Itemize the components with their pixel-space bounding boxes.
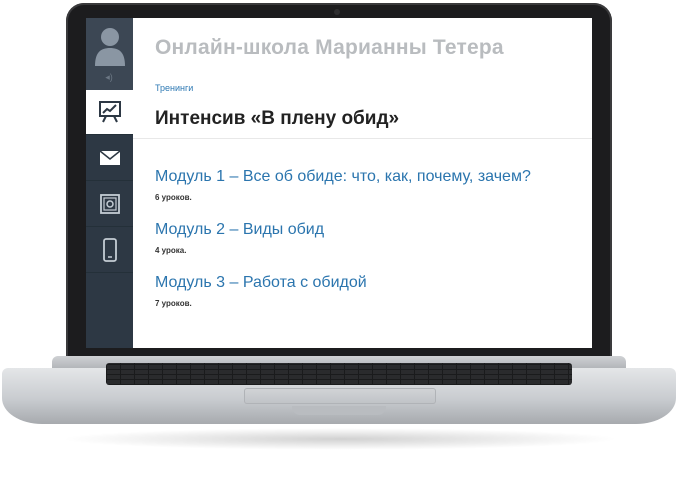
volume-icon[interactable]: ◂) (101, 72, 117, 82)
sidebar-item-messages[interactable] (86, 136, 133, 181)
sidebar-profile[interactable]: ◂) (86, 18, 133, 90)
sidebar: ◂) (86, 18, 133, 348)
keyboard (106, 363, 572, 385)
camera (334, 9, 340, 15)
laptop-notch (292, 406, 386, 415)
mail-icon (99, 150, 120, 165)
trackpad (244, 388, 436, 404)
breadcrumb-trainings[interactable]: Тренинги (155, 83, 193, 93)
sidebar-item-trainings[interactable] (86, 90, 133, 135)
module-lesson-count: 4 урока. (155, 246, 187, 255)
module-item: Модуль 1 – Все об обиде: что, как, почем… (155, 168, 531, 202)
module-link[interactable]: Модуль 3 – Работа с обидой (155, 274, 367, 292)
module-link[interactable]: Модуль 2 – Виды обид (155, 221, 324, 239)
laptop-shadow (60, 428, 620, 450)
module-lesson-count: 7 уроков. (155, 299, 192, 308)
safe-icon (99, 194, 120, 214)
module-item: Модуль 2 – Виды обид 4 урока. (155, 221, 324, 255)
course-title: Интенсив «В плену обид» (155, 108, 400, 129)
main-content: Онлайн-школа Марианны Тетера Тренинги Ин… (133, 18, 592, 348)
sidebar-item-mobile[interactable] (86, 228, 133, 273)
screen: ◂) Онлайн-школа Марианны Тетера Тренинги… (86, 18, 592, 348)
module-item: Модуль 3 – Работа с обидой 7 уроков. (155, 274, 367, 308)
chart-presentation-icon (98, 101, 121, 123)
user-avatar-icon[interactable] (93, 24, 127, 66)
sidebar-item-safe[interactable] (86, 182, 133, 227)
page-title: Онлайн-школа Марианны Тетера (155, 36, 504, 59)
mobile-phone-icon (102, 238, 117, 262)
module-lesson-count: 6 уроков. (155, 193, 192, 202)
module-link[interactable]: Модуль 1 – Все об обиде: что, как, почем… (155, 168, 531, 186)
divider (133, 138, 592, 139)
